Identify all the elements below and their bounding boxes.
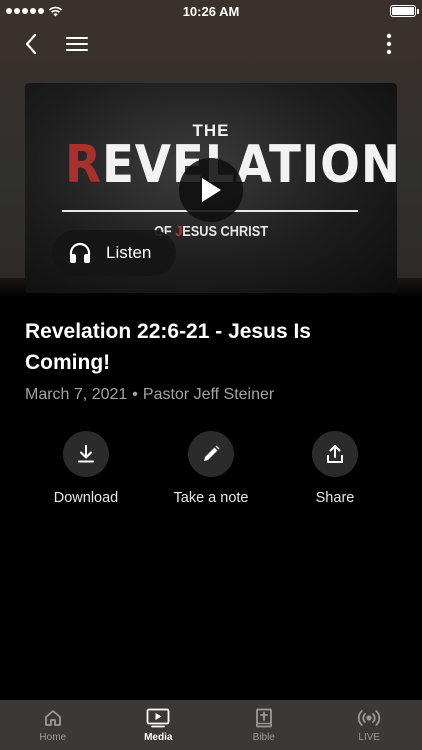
pencil-icon [204,445,220,461]
signal-dots-icon [6,8,44,14]
tab-live-label: LIVE [358,732,381,743]
status-time: 10:26 AM [182,3,240,19]
wifi-icon [48,6,63,16]
status-bar: 10:26 AM [0,0,422,22]
live-broadcast-icon [358,710,381,726]
take-note-label: Take a note [173,490,249,506]
menu-button[interactable] [63,30,91,58]
chevron-left-icon [25,33,37,55]
sermon-title: Revelation 22:6-21 - Jesus Is Coming! [25,320,311,374]
battery-fill [392,7,414,15]
headphones-icon [69,242,91,263]
download-icon [78,445,94,463]
tab-bible-label: Bible [252,732,275,743]
share-button[interactable]: Share [275,431,395,506]
artwork-text-esus-christ: ESUS CHRIST [182,223,269,240]
meta-separator: • [132,386,138,403]
more-vertical-icon [386,33,392,55]
more-options-button[interactable] [375,30,403,58]
tab-home-label: Home [39,732,67,743]
navigation-bar [0,22,422,66]
play-icon [202,178,221,202]
listen-label: Listen [106,243,152,262]
bible-icon [255,708,272,728]
sermon-speaker[interactable]: Pastor Jeff Steiner [143,386,274,403]
share-icon [327,445,343,463]
battery-icon [390,5,419,17]
play-button[interactable] [179,158,243,222]
home-icon [44,710,61,726]
artwork-text-evelation: EVELATION [101,135,397,195]
listen-button[interactable]: Listen [52,230,176,276]
tab-live[interactable]: LIVE [317,700,422,750]
tab-home[interactable]: Home [0,700,106,750]
share-label: Share [315,490,355,506]
tab-media[interactable]: Media [106,700,212,750]
tab-bar: Home Media Bible LIVE [0,700,422,750]
take-note-circle [188,431,234,477]
take-note-button[interactable]: Take a note [151,431,271,506]
back-button[interactable] [17,30,45,58]
hamburger-menu-icon [66,37,88,51]
sermon-date: March 7, 2021 [25,386,128,403]
download-button[interactable]: Download [26,431,146,506]
tab-media-label: Media [144,732,173,743]
share-circle [312,431,358,477]
download-label: Download [53,490,119,506]
download-circle [63,431,109,477]
tab-bible[interactable]: Bible [211,700,317,750]
media-play-icon [146,708,170,728]
sermon-meta: March 7, 2021 • Pastor Jeff Steiner [25,386,274,404]
status-left [6,6,63,17]
artwork-letter-r: R [65,135,102,195]
